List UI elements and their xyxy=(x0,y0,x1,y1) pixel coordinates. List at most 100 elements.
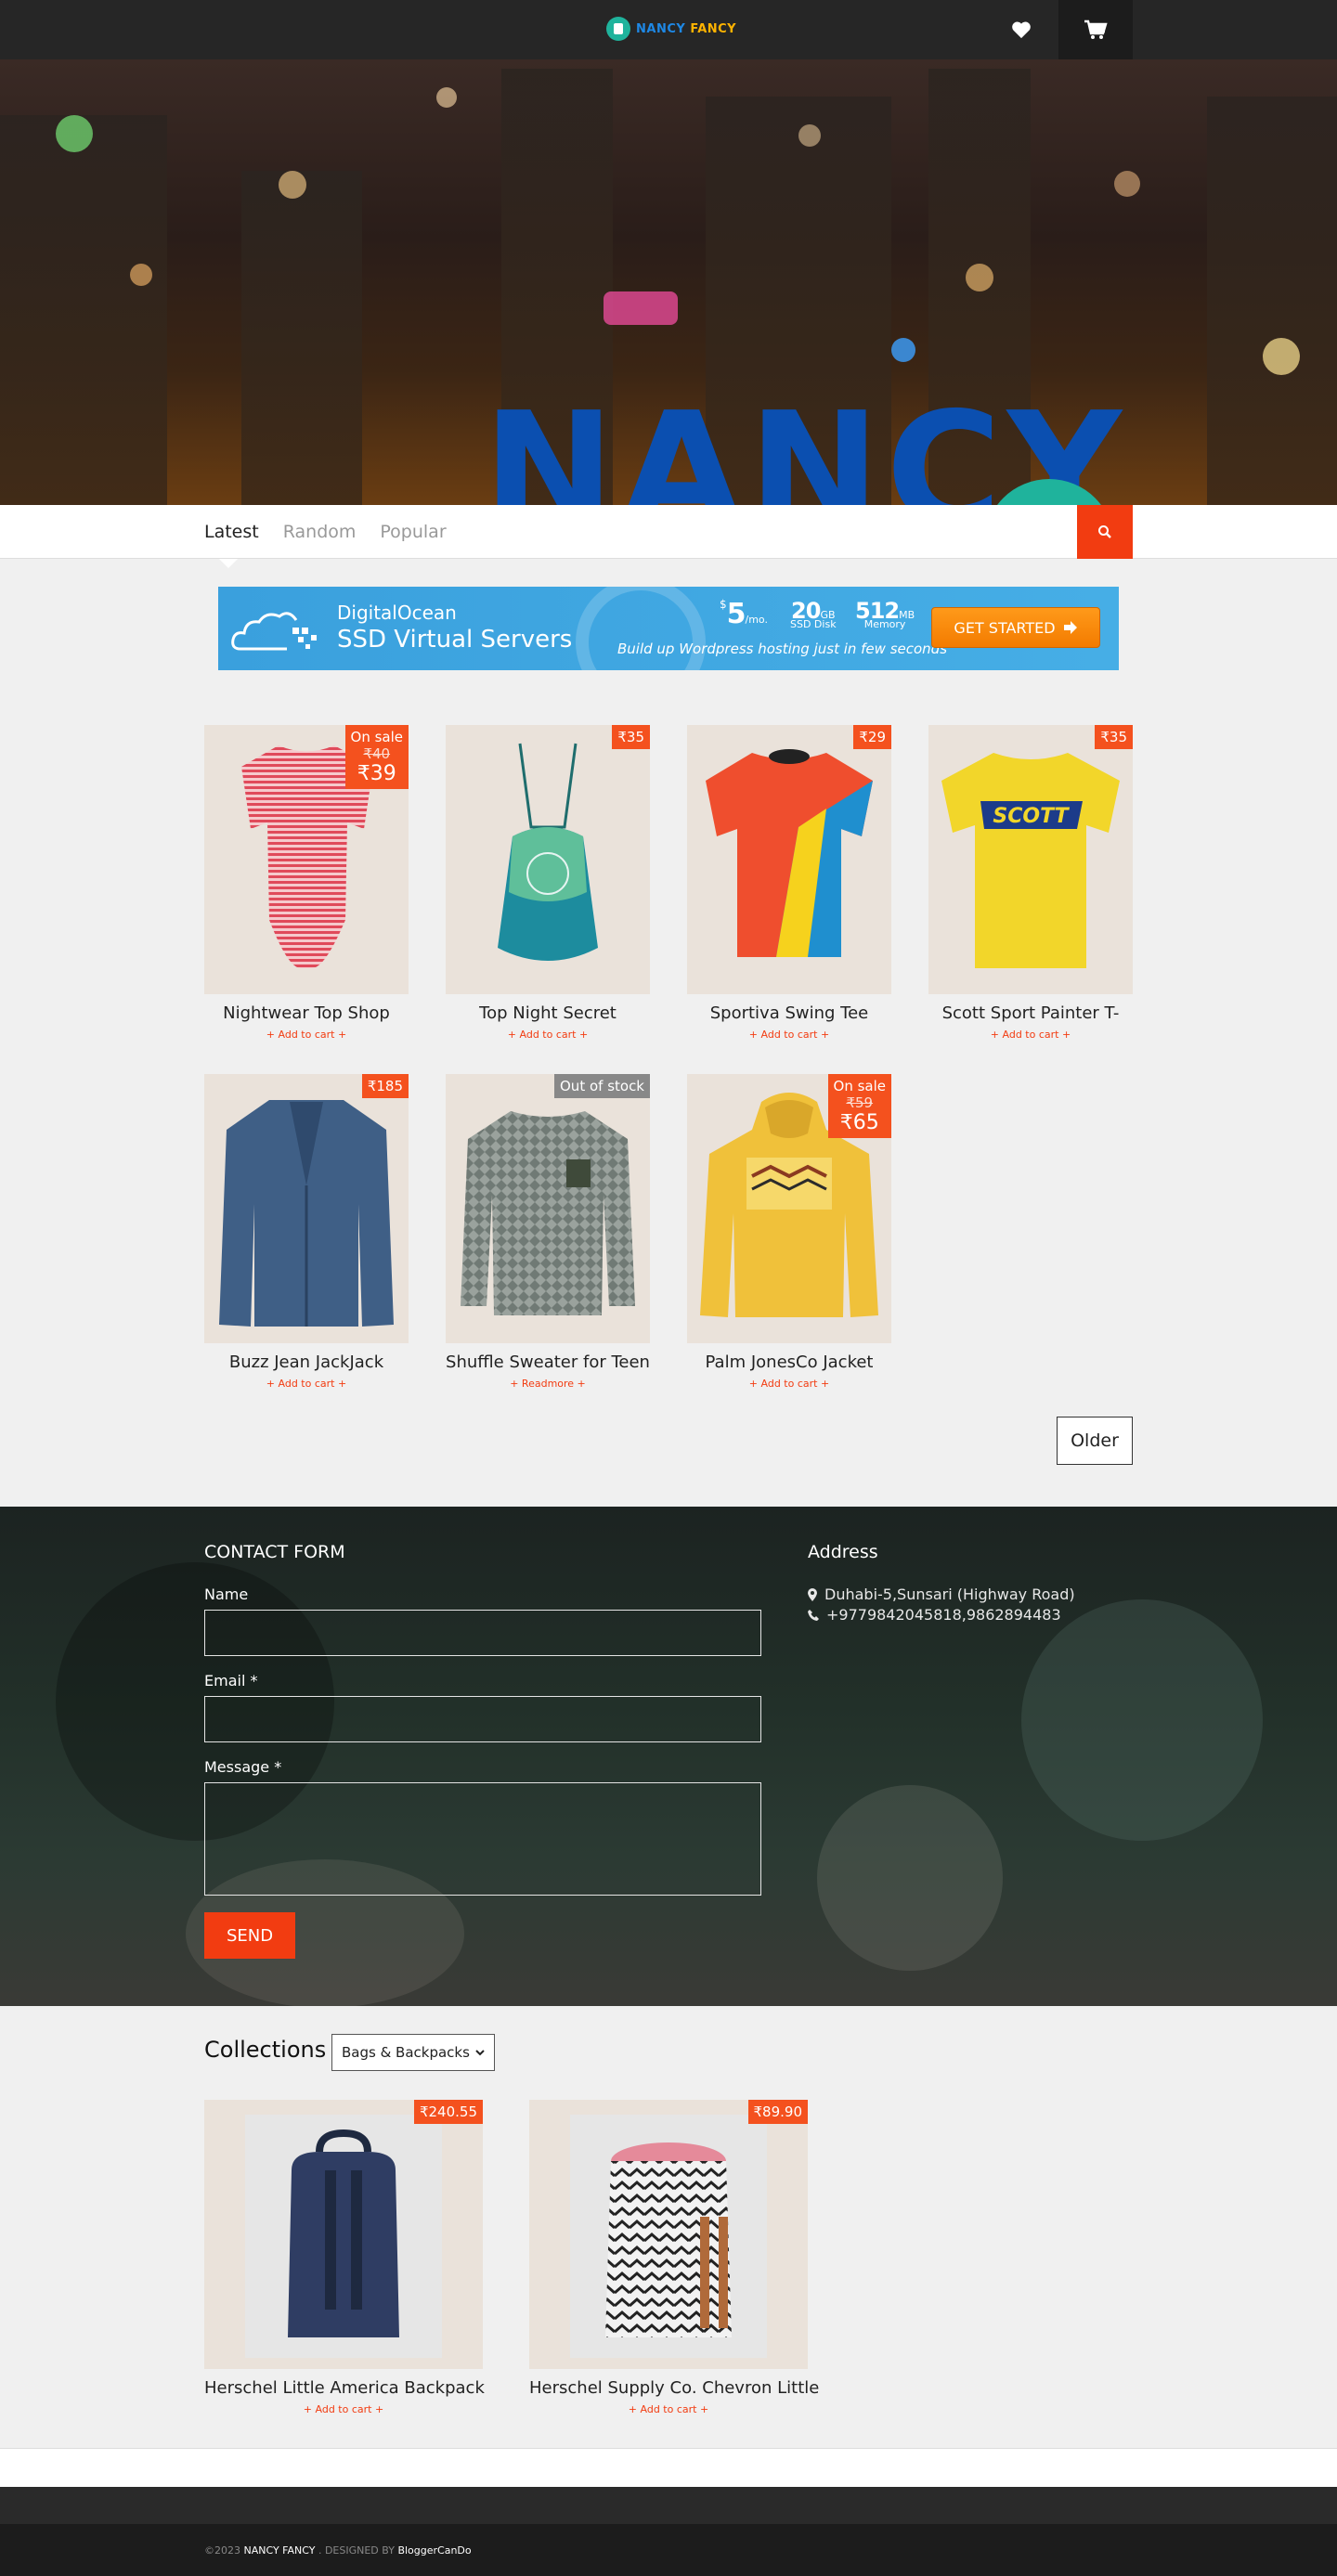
product-name[interactable]: Nightwear Top Shop xyxy=(204,1003,409,1023)
contact-form-title: CONTACT FORM xyxy=(204,1542,345,1562)
logo-text-part2: FANCY xyxy=(690,21,737,36)
product-name[interactable]: Buzz Jean JackJack xyxy=(204,1353,409,1372)
tab-list: Latest Random Popular xyxy=(204,505,447,559)
product-image[interactable]: Out of stock xyxy=(446,1074,650,1343)
product-name[interactable]: Herschel Supply Co. Chevron Little xyxy=(529,2378,819,2398)
ad-tagline: Build up Wordpress hosting just in few s… xyxy=(617,641,948,657)
price-badge: ₹29 xyxy=(853,725,891,749)
add-to-cart-link[interactable]: + Add to cart + xyxy=(687,1378,891,1390)
cloud-icon xyxy=(231,612,317,651)
tab-random[interactable]: Random xyxy=(283,522,357,542)
search-icon xyxy=(1098,525,1111,538)
product-image[interactable]: On sale ₹59 ₹65 xyxy=(687,1074,891,1343)
map-marker-icon xyxy=(808,1587,817,1601)
ad-get-started-button[interactable]: GET STARTED xyxy=(931,607,1100,648)
product-card[interactable]: ₹29 Sportiva Swing Tee + Add to cart + xyxy=(687,725,891,1041)
footer-spacer xyxy=(0,2448,1337,2487)
address-title: Address xyxy=(808,1542,878,1562)
ad-banner[interactable]: DigitalOcean SSD Virtual Servers $5/mo. … xyxy=(218,587,1119,670)
collection-card[interactable]: ₹89.90 Herschel Supply Co. Chevron Littl… xyxy=(529,2100,819,2415)
product-card[interactable]: SCOTT ₹35 Scott Sport Painter T- + Add t… xyxy=(928,725,1133,1041)
tab-latest[interactable]: Latest xyxy=(204,522,259,542)
tab-popular[interactable]: Popular xyxy=(380,522,446,542)
price-badge: ₹35 xyxy=(1095,725,1133,749)
footer-widgets xyxy=(0,2487,1337,2524)
product-name[interactable]: Herschel Little America Backpack xyxy=(204,2378,485,2398)
sale-badge: On sale ₹59 ₹65 xyxy=(827,1074,891,1138)
shopping-bag-icon xyxy=(606,17,630,41)
product-image[interactable]: ₹240.55 xyxy=(204,2100,483,2369)
price-badge: ₹35 xyxy=(612,725,650,749)
ad-subtitle: SSD Virtual Servers xyxy=(337,626,573,654)
product-name[interactable]: Top Night Secret xyxy=(446,1003,650,1023)
address-location: Duhabi-5,Sunsari (Highway Road) xyxy=(808,1586,1075,1603)
product-name[interactable]: Shuffle Sweater for Teen xyxy=(446,1353,650,1372)
product-name[interactable]: Sportiva Swing Tee xyxy=(687,1003,891,1023)
add-to-cart-link[interactable]: + Add to cart + xyxy=(204,2403,483,2415)
tank-top-image xyxy=(498,743,598,961)
product-name[interactable]: Scott Sport Painter T- xyxy=(928,1003,1133,1023)
collection-card[interactable]: ₹240.55 Herschel Little America Backpack… xyxy=(204,2100,485,2415)
chevron-backpack-image xyxy=(605,2142,732,2337)
top-navbar: NANCY FANCY xyxy=(0,0,1337,59)
search-button[interactable] xyxy=(1077,505,1133,559)
wishlist-button[interactable] xyxy=(984,0,1058,59)
ad-memory: 512MB Memory xyxy=(855,598,915,630)
product-image[interactable]: ₹185 xyxy=(204,1074,409,1343)
price-badge: ₹89.90 xyxy=(747,2100,808,2124)
svg-text:SCOTT: SCOTT xyxy=(993,805,1070,828)
ad-price: $5/mo. xyxy=(720,598,768,630)
add-to-cart-link[interactable]: + Add to cart + xyxy=(529,2403,808,2415)
footer-credits: ©2023 NANCY FANCY . DESIGNED BY BloggerC… xyxy=(204,2544,472,2557)
logo-text: NANCY FANCY xyxy=(636,22,736,36)
add-to-cart-link[interactable]: + Add to cart + xyxy=(928,1029,1133,1041)
email-label: Email * xyxy=(204,1672,258,1689)
readmore-link[interactable]: + Readmore + xyxy=(446,1378,650,1390)
logo-text-part1: NANCY xyxy=(636,21,686,36)
add-to-cart-link[interactable]: + Add to cart + xyxy=(204,1378,409,1390)
add-to-cart-link[interactable]: + Add to cart + xyxy=(687,1029,891,1041)
product-card[interactable]: ₹35 Top Night Secret + Add to cart + xyxy=(446,725,650,1041)
product-image[interactable]: ₹89.90 xyxy=(529,2100,808,2369)
send-button[interactable]: SEND xyxy=(204,1912,295,1959)
heart-icon xyxy=(1012,21,1031,39)
arrow-right-icon xyxy=(1063,621,1077,634)
active-tab-indicator xyxy=(219,559,238,568)
wordpress-icon xyxy=(576,587,706,670)
sweater-image xyxy=(461,1111,635,1315)
product-name[interactable]: Palm JonesCo Jacket xyxy=(687,1353,891,1372)
product-image[interactable]: SCOTT ₹35 xyxy=(928,725,1133,994)
site-logo[interactable]: NANCY FANCY xyxy=(606,15,736,43)
collections-select[interactable]: Bags & Backpacks xyxy=(331,2034,495,2071)
collections-title: Collections xyxy=(204,2037,327,2063)
product-card[interactable]: ₹185 Buzz Jean JackJack + Add to cart + xyxy=(204,1074,409,1390)
name-field[interactable] xyxy=(204,1610,761,1656)
phone-icon xyxy=(808,1609,819,1621)
cart-button[interactable] xyxy=(1058,0,1133,59)
product-image[interactable]: ₹35 xyxy=(446,725,650,994)
product-image[interactable]: On sale ₹40 ₹39 xyxy=(204,725,409,994)
product-image[interactable]: ₹29 xyxy=(687,725,891,994)
footer-designer-link[interactable]: BloggerCanDo xyxy=(397,2544,471,2557)
email-field[interactable] xyxy=(204,1696,761,1742)
ad-brand: DigitalOcean xyxy=(337,602,457,624)
footer-site-link[interactable]: NANCY FANCY xyxy=(244,2544,316,2557)
tab-bar: Latest Random Popular xyxy=(0,505,1337,568)
add-to-cart-link[interactable]: + Add to cart + xyxy=(446,1029,650,1041)
denim-jacket-image xyxy=(219,1100,394,1327)
message-textarea[interactable] xyxy=(204,1782,761,1896)
out-of-stock-badge: Out of stock xyxy=(554,1074,650,1098)
chevron-down-icon xyxy=(475,2050,485,2056)
product-card[interactable]: On sale ₹59 ₹65 Palm JonesCo Jacket + Ad… xyxy=(687,1074,891,1390)
collections-select-value: Bags & Backpacks xyxy=(342,2044,470,2061)
product-card[interactable]: Out of stock Shuffle Sweater for Teen + … xyxy=(446,1074,650,1390)
price-badge: ₹185 xyxy=(361,1074,409,1098)
message-label: Message * xyxy=(204,1758,282,1776)
address-phone: +9779842045818,9862894483 xyxy=(808,1606,1061,1624)
footer: ©2023 NANCY FANCY . DESIGNED BY BloggerC… xyxy=(0,2524,1337,2576)
yellow-tee-image: SCOTT xyxy=(941,753,1120,968)
older-posts-button[interactable]: Older xyxy=(1057,1417,1133,1465)
name-label: Name xyxy=(204,1586,249,1603)
product-card[interactable]: On sale ₹40 ₹39 Nightwear Top Shop + Add… xyxy=(204,725,409,1041)
add-to-cart-link[interactable]: + Add to cart + xyxy=(204,1029,409,1041)
